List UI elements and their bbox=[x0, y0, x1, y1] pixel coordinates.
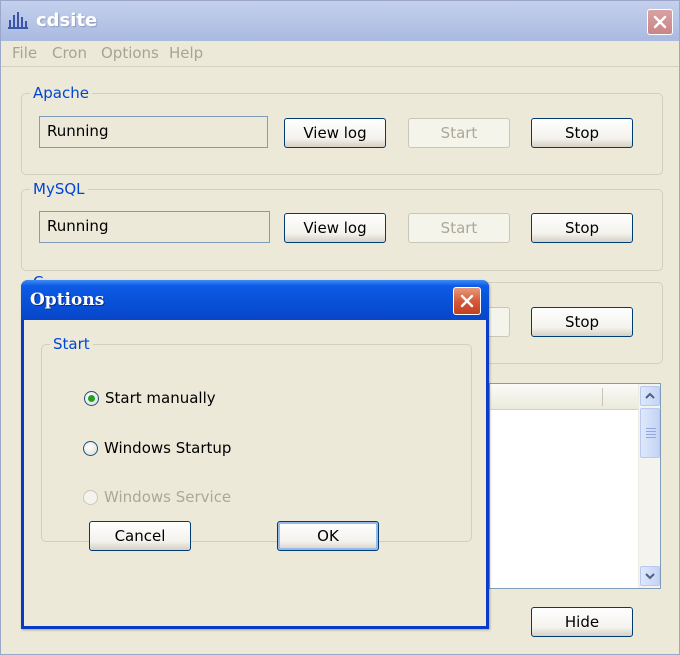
mysql-status-field: Running bbox=[39, 211, 270, 243]
grip-line bbox=[646, 431, 656, 432]
grip-line bbox=[646, 434, 656, 435]
radio-button[interactable] bbox=[84, 390, 99, 406]
scroll-up-button[interactable] bbox=[640, 386, 660, 406]
radio-label: Windows Startup bbox=[104, 439, 232, 457]
menu-bar: File Cron Options Help bbox=[1, 41, 679, 67]
dialog-body: Start Start manually Windows Startup Win… bbox=[24, 320, 486, 626]
mysql-start-button[interactable]: Start bbox=[408, 213, 510, 243]
window-title: cdsite bbox=[36, 10, 98, 31]
chevron-up-icon bbox=[645, 392, 655, 399]
radio-label: Start manually bbox=[105, 389, 216, 407]
close-icon bbox=[460, 294, 474, 308]
apache-stop-button[interactable]: Stop bbox=[531, 118, 633, 148]
mysql-group-title: MySQL bbox=[30, 180, 88, 198]
scroll-down-button[interactable] bbox=[640, 566, 660, 586]
radio-start-manually[interactable]: Start manually bbox=[84, 389, 216, 407]
radio-windows-startup[interactable]: Windows Startup bbox=[83, 439, 231, 457]
radio-button bbox=[83, 489, 98, 505]
apache-start-button[interactable]: Start bbox=[408, 118, 510, 148]
dialog-close-button[interactable] bbox=[453, 287, 481, 315]
grip-line bbox=[646, 428, 656, 429]
cron-stop-button[interactable]: Stop bbox=[531, 307, 633, 337]
close-icon bbox=[653, 15, 667, 29]
radio-button[interactable] bbox=[83, 440, 98, 456]
mysql-stop-button[interactable]: Stop bbox=[531, 213, 633, 243]
ok-button[interactable]: OK bbox=[277, 521, 379, 551]
list-header bbox=[490, 384, 638, 410]
mysql-view-log-button[interactable]: View log bbox=[284, 213, 386, 243]
scroll-thumb[interactable] bbox=[640, 408, 660, 458]
apache-group-title: Apache bbox=[30, 84, 92, 102]
main-title-bar[interactable]: cdsite bbox=[1, 1, 679, 41]
menu-help[interactable]: Help bbox=[169, 44, 203, 62]
log-list[interactable] bbox=[489, 383, 661, 589]
apache-status-field: Running bbox=[39, 116, 268, 148]
column-divider[interactable] bbox=[602, 388, 603, 406]
main-close-button[interactable] bbox=[647, 9, 673, 35]
apache-view-log-button[interactable]: View log bbox=[284, 118, 386, 148]
start-group-title: Start bbox=[50, 335, 93, 353]
dialog-title: Options bbox=[30, 290, 105, 310]
vertical-scrollbar[interactable] bbox=[638, 384, 660, 588]
hide-button[interactable]: Hide bbox=[531, 607, 633, 637]
radio-selected-dot bbox=[88, 394, 95, 402]
radio-windows-service: Windows Service bbox=[83, 488, 231, 506]
bar-chart-icon bbox=[8, 12, 28, 29]
chevron-down-icon bbox=[645, 573, 655, 580]
menu-file[interactable]: File bbox=[12, 44, 37, 62]
options-dialog: Options Start Start manually Windows Sta… bbox=[21, 280, 489, 629]
menu-cron[interactable]: Cron bbox=[52, 44, 87, 62]
menu-options[interactable]: Options bbox=[101, 44, 159, 62]
cancel-button[interactable]: Cancel bbox=[89, 521, 191, 551]
radio-label: Windows Service bbox=[104, 488, 232, 506]
dialog-title-bar[interactable]: Options bbox=[21, 280, 489, 320]
grip-line bbox=[646, 437, 656, 438]
